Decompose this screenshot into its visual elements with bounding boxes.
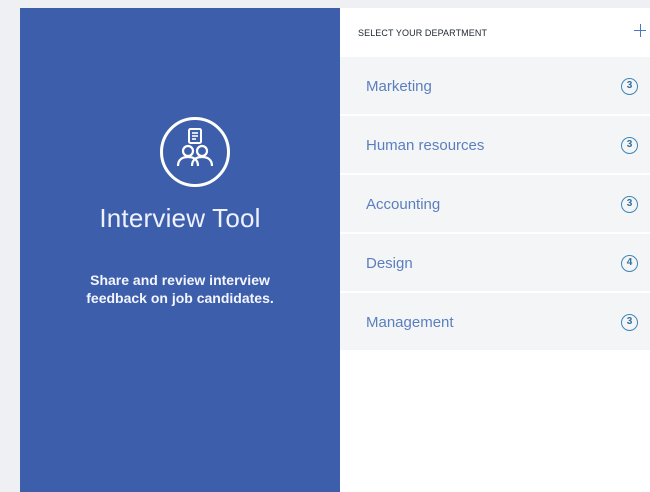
department-count-badge: 3 (621, 314, 638, 331)
app-intro-panel: Interview Tool Share and review intervie… (20, 8, 340, 492)
department-count-badge: 3 (621, 78, 638, 95)
department-name: Marketing (366, 78, 432, 95)
department-count-badge: 3 (621, 137, 638, 154)
department-header-label: SELECT YOUR DEPARTMENT (358, 28, 488, 38)
department-name: Management (366, 314, 454, 331)
department-header: SELECT YOUR DEPARTMENT (340, 8, 650, 56)
department-count-badge: 3 (621, 196, 638, 213)
department-item-management[interactable]: Management 3 (340, 293, 650, 350)
department-item-design[interactable]: Design 4 (340, 234, 650, 291)
app-description: Share and review interview feedback on j… (86, 272, 274, 306)
department-count-badge: 4 (621, 255, 638, 272)
interview-people-icon (160, 117, 230, 187)
app-title: Interview Tool (99, 203, 261, 233)
department-name: Design (366, 255, 413, 272)
department-panel: SELECT YOUR DEPARTMENT Marketing 3 Human… (340, 8, 650, 492)
add-department-button[interactable] (632, 18, 648, 42)
department-item-accounting[interactable]: Accounting 3 (340, 175, 650, 232)
department-name: Human resources (366, 137, 485, 154)
department-name: Accounting (366, 196, 441, 213)
department-item-human-resources[interactable]: Human resources 3 (340, 116, 650, 173)
department-item-marketing[interactable]: Marketing 3 (340, 57, 650, 114)
department-list: Marketing 3 Human resources 3 Accounting… (340, 57, 650, 352)
